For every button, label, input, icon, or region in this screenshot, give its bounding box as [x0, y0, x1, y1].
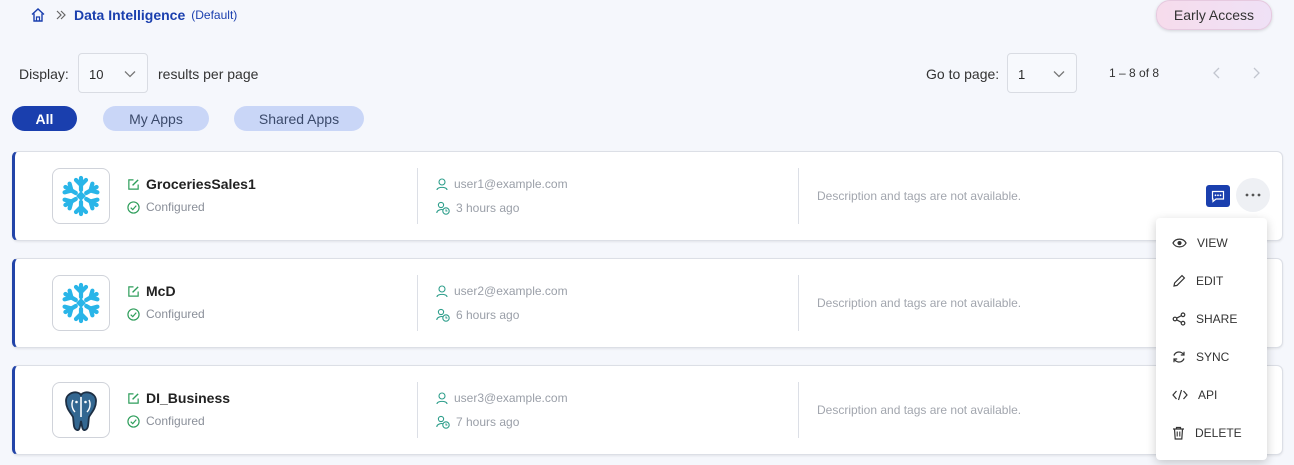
edit-icon[interactable] [127, 285, 140, 298]
chevron-right-icon[interactable] [1250, 66, 1262, 80]
chevron-down-icon [1053, 71, 1065, 78]
app-status: Configured [146, 200, 205, 214]
pencil-icon [1173, 274, 1186, 287]
snowflake-icon [62, 175, 100, 217]
app-status: Configured [146, 414, 205, 428]
app-logo [52, 382, 110, 438]
divider [417, 168, 418, 224]
chevron-left-icon[interactable] [1211, 66, 1223, 80]
app-card[interactable]: DI_Business Configured user3@example.com… [12, 365, 1283, 455]
app-updated-time: 6 hours ago [456, 308, 520, 322]
user-clock-icon [436, 308, 450, 322]
menu-item-view[interactable]: VIEW [1156, 224, 1267, 262]
filter-all[interactable]: All [12, 106, 77, 131]
snowflake-icon [62, 282, 100, 324]
menu-item-delete-label: DELETE [1195, 426, 1242, 440]
menu-item-share[interactable]: SHARE [1156, 300, 1267, 338]
app-owner: user1@example.com [454, 177, 568, 191]
menu-item-delete[interactable]: DELETE [1156, 414, 1267, 452]
user-clock-icon [436, 201, 450, 215]
more-options-button[interactable] [1236, 178, 1270, 212]
divider [417, 382, 418, 438]
app-logo [52, 168, 110, 224]
menu-item-view-label: VIEW [1197, 236, 1228, 250]
app-card[interactable]: GroceriesSales1 Configured user1@example… [12, 151, 1283, 241]
app-updated-time: 3 hours ago [456, 201, 520, 215]
chevron-down-icon [124, 71, 136, 78]
breadcrumb: Data Intelligence (Default) [30, 4, 237, 26]
user-icon [436, 391, 448, 404]
goto-page-value: 1 [1018, 67, 1026, 82]
chat-icon [1211, 190, 1225, 203]
more-horizontal-icon [1245, 193, 1261, 197]
app-context-menu: VIEW EDIT SHARE SYNC API DELETE [1156, 218, 1267, 460]
divider [798, 168, 799, 224]
user-icon [436, 177, 448, 190]
app-description: Description and tags are not available. [817, 296, 1022, 310]
divider [417, 275, 418, 331]
app-owner: user2@example.com [454, 284, 568, 298]
code-icon [1172, 389, 1188, 401]
postgresql-icon [65, 391, 97, 431]
filter-my-apps[interactable]: My Apps [103, 106, 209, 131]
filter-shared-apps-label: Shared Apps [258, 110, 340, 127]
app-owner: user3@example.com [454, 391, 568, 405]
app-name[interactable]: GroceriesSales1 [146, 176, 256, 192]
menu-item-edit-label: EDIT [1196, 274, 1224, 288]
check-circle-icon [127, 200, 140, 214]
double-chevron-right-icon [56, 10, 66, 20]
user-clock-icon [436, 415, 450, 429]
chat-button[interactable] [1206, 185, 1230, 207]
edit-icon[interactable] [127, 178, 140, 191]
trash-icon [1173, 426, 1184, 440]
divider [798, 275, 799, 331]
check-circle-icon [127, 414, 140, 428]
menu-item-sync-label: SYNC [1196, 350, 1230, 364]
page-range: 1 – 8 of 8 [1109, 66, 1160, 80]
app-status: Configured [146, 307, 205, 321]
app-name[interactable]: DI_Business [146, 390, 230, 406]
divider [798, 382, 799, 438]
early-access-button[interactable]: Early Access [1156, 0, 1272, 30]
pagination-bar: Display: 10 results per page Go to page:… [0, 53, 1294, 95]
eye-icon [1172, 238, 1187, 248]
menu-item-sync[interactable]: SYNC [1156, 338, 1267, 376]
filter-my-apps-label: My Apps [129, 110, 183, 127]
filter-shared-apps[interactable]: Shared Apps [234, 106, 364, 131]
goto-page-label: Go to page: [926, 66, 1000, 82]
menu-item-api[interactable]: API [1156, 376, 1267, 414]
menu-item-edit[interactable]: EDIT [1156, 262, 1267, 300]
app-updated-time: 7 hours ago [456, 415, 520, 429]
early-access-label: Early Access [1173, 7, 1255, 23]
per-page-value: 10 [89, 67, 104, 82]
goto-page-select[interactable]: 1 [1007, 53, 1077, 93]
app-description: Description and tags are not available. [817, 189, 1022, 203]
display-label: Display: [19, 66, 69, 82]
per-page-select[interactable]: 10 [78, 53, 148, 93]
app-name[interactable]: McD [146, 283, 176, 299]
share-icon [1172, 312, 1186, 326]
app-description: Description and tags are not available. [817, 403, 1022, 417]
per-page-suffix: results per page [158, 66, 259, 82]
edit-icon[interactable] [127, 392, 140, 405]
menu-item-api-label: API [1198, 388, 1218, 402]
check-circle-icon [127, 307, 140, 321]
home-icon[interactable] [30, 7, 46, 23]
user-icon [436, 284, 448, 297]
app-logo [52, 275, 110, 331]
filter-all-label: All [35, 110, 54, 127]
app-card[interactable]: McD Configured user2@example.com 6 hours… [12, 258, 1283, 348]
sync-icon [1173, 351, 1185, 363]
menu-item-share-label: SHARE [1196, 312, 1238, 326]
breadcrumb-title[interactable]: Data Intelligence [74, 7, 185, 23]
breadcrumb-subtitle: (Default) [191, 8, 238, 22]
